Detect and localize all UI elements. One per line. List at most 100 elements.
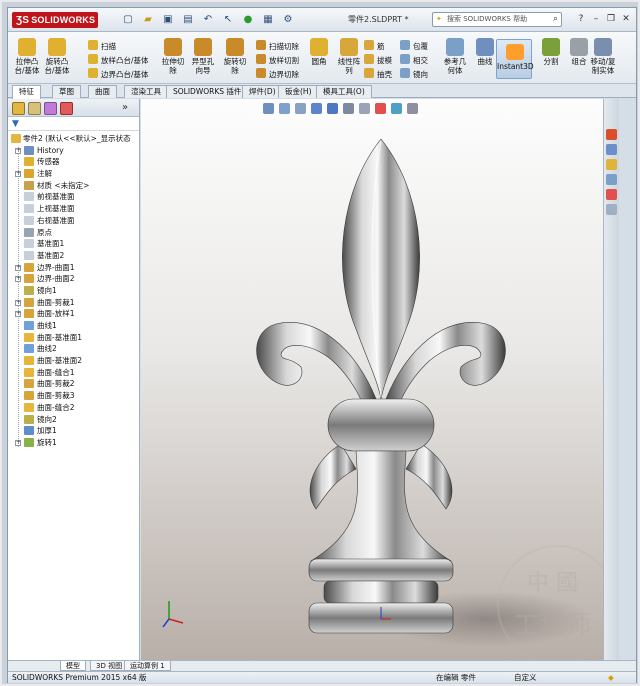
fillet-button[interactable]: 圆角 <box>304 38 334 66</box>
tree-item[interactable]: + 边界-曲面2 <box>8 273 139 285</box>
view-palette-icon[interactable] <box>606 174 617 185</box>
help-icon[interactable]: ? <box>575 12 587 26</box>
status-custom[interactable]: 自定义 <box>514 672 537 683</box>
lofted-cut-button[interactable]: 放样切割 <box>256 54 299 66</box>
tree-item[interactable]: 曲线2 <box>8 343 139 355</box>
tree-item[interactable]: 前视基准面 <box>8 191 139 203</box>
expand-panel-icon[interactable]: » <box>122 102 135 115</box>
restore-icon[interactable]: ❐ <box>605 12 617 26</box>
tab-7[interactable]: 模具工具(O) <box>316 85 372 98</box>
tree-item[interactable]: 曲面-基准面1 <box>8 332 139 344</box>
status-rebuild-icon[interactable]: ◆ <box>608 672 614 683</box>
file-properties-icon[interactable]: ▦ <box>260 12 276 27</box>
help-search-input[interactable]: ✦ 搜索 SOLIDWORKS 帮助 ⌕ <box>432 12 562 27</box>
expand-toggle-icon[interactable]: + <box>15 276 21 283</box>
instant3d-button[interactable]: Instant3D <box>496 39 534 79</box>
loft-boss-button[interactable]: 放样凸台/基体 <box>88 54 149 66</box>
model-tab-1[interactable]: 3D 视图 <box>90 661 129 671</box>
hole-wizard-button[interactable]: 异型孔 向导 <box>188 38 218 75</box>
feature-tree-tab-icon[interactable] <box>12 102 25 115</box>
undo-icon[interactable]: ↶ <box>200 12 216 27</box>
tree-item[interactable]: 曲线1 <box>8 320 139 332</box>
options-gear-icon[interactable]: ⚙ <box>280 12 296 27</box>
tree-item[interactable]: 镜向2 <box>8 414 139 426</box>
tab-4[interactable]: SOLIDWORKS 插件 <box>166 85 249 98</box>
tree-item[interactable]: 镜向1 <box>8 285 139 297</box>
expand-toggle-icon[interactable]: + <box>15 147 21 154</box>
mirror-button[interactable]: 镜向 <box>400 68 428 80</box>
model-tab-2[interactable]: 运动算例 1 <box>124 661 171 671</box>
extrude-boss-button[interactable]: 拉伸凸 台/基体 <box>12 38 42 75</box>
revolve-boss-button[interactable]: 旋转凸 台/基体 <box>42 38 72 75</box>
tree-item[interactable]: 加厚1 <box>8 425 139 437</box>
graphics-viewport[interactable]: 中 國 工程师 <box>141 99 619 660</box>
design-library-icon[interactable] <box>606 144 617 155</box>
reference-geometry-icon <box>446 38 464 56</box>
tab-2[interactable]: 曲面 <box>88 85 117 98</box>
move-copy-button[interactable]: 移动/复 制实体 <box>588 38 618 75</box>
tab-0[interactable]: 特征 <box>12 85 41 99</box>
solidworks-logo[interactable]: ƷS SOLIDWORKS <box>12 12 98 28</box>
tab-1[interactable]: 草图 <box>52 85 81 98</box>
rebuild-icon[interactable]: ● <box>240 12 256 27</box>
tree-item[interactable]: 上视基准面 <box>8 203 139 215</box>
tree-item[interactable]: 右视基准面 <box>8 215 139 227</box>
reference-geometry-button[interactable]: 参考几 何体 <box>440 38 470 75</box>
expand-toggle-icon[interactable]: + <box>15 299 21 306</box>
tree-item[interactable]: + 旋转1 <box>8 437 139 449</box>
tree-item[interactable]: 原点 <box>8 227 139 239</box>
tree-item[interactable]: 材质 <未指定> <box>8 180 139 192</box>
tree-item[interactable]: 曲面-缝合1 <box>8 367 139 379</box>
tree-item[interactable]: + 曲面-放样1 <box>8 308 139 320</box>
tree-item[interactable]: 曲面-基准面2 <box>8 355 139 367</box>
tab-5[interactable]: 焊件(D) <box>242 85 283 98</box>
expand-toggle-icon[interactable]: + <box>15 439 21 446</box>
tree-item[interactable]: + History <box>8 145 139 157</box>
shell-button[interactable]: 抽壳 <box>364 68 392 80</box>
select-arrow-icon[interactable]: ↖ <box>220 12 236 27</box>
swept-cut-button[interactable]: 扫描切除 <box>256 40 299 52</box>
tree-item[interactable]: + 边界-曲面1 <box>8 262 139 274</box>
model-tab-0[interactable]: 模型 <box>60 661 86 671</box>
tab-3[interactable]: 渲染工具 <box>124 85 168 98</box>
property-manager-tab-icon[interactable] <box>28 102 41 115</box>
file-explorer-icon[interactable] <box>606 159 617 170</box>
revolve-cut-button[interactable]: 旋转切 除 <box>220 38 250 75</box>
tree-item[interactable]: 传感器 <box>8 156 139 168</box>
custom-properties-icon[interactable] <box>606 204 617 215</box>
boundary-boss-button[interactable]: 边界凸台/基体 <box>88 68 149 80</box>
split-button[interactable]: 分割 <box>536 38 566 66</box>
minimize-icon[interactable]: – <box>590 12 602 26</box>
intersect-button[interactable]: 相交 <box>400 54 428 66</box>
close-icon[interactable]: ✕ <box>620 12 632 26</box>
tree-item[interactable]: + 注解 <box>8 168 139 180</box>
tab-6[interactable]: 钣金(H) <box>278 85 319 98</box>
wrap-button[interactable]: 包覆 <box>400 40 428 52</box>
feature-filter[interactable]: ▼ <box>8 117 139 131</box>
tree-item[interactable]: 曲面-剪裁3 <box>8 390 139 402</box>
linear-pattern-button[interactable]: 线性阵 列 <box>334 38 364 75</box>
expand-toggle-icon[interactable]: + <box>15 264 21 271</box>
solidworks-resources-icon[interactable] <box>606 129 617 140</box>
save-icon[interactable]: ▣ <box>160 12 176 27</box>
sweep-button[interactable]: 扫描 <box>88 40 116 52</box>
tree-item[interactable]: 曲面-剪裁2 <box>8 378 139 390</box>
tree-item[interactable]: + 曲面-剪裁1 <box>8 297 139 309</box>
tree-item[interactable]: 基准面1 <box>8 238 139 250</box>
tree-item[interactable]: 曲面-缝合2 <box>8 402 139 414</box>
draft-button[interactable]: 拔模 <box>364 54 392 66</box>
open-folder-icon[interactable]: ▰ <box>140 12 156 27</box>
print-icon[interactable]: ▤ <box>180 12 196 27</box>
tree-item[interactable]: 基准面2 <box>8 250 139 262</box>
expand-toggle-icon[interactable]: + <box>15 171 21 178</box>
tree-root-part[interactable]: 零件2 (默认<<默认>_显示状态 <box>8 133 139 145</box>
expand-toggle-icon[interactable]: + <box>15 311 21 318</box>
boundary-cut-button[interactable]: 边界切除 <box>256 68 299 80</box>
search-icon[interactable]: ⌕ <box>553 13 558 26</box>
configuration-tab-icon[interactable] <box>44 102 57 115</box>
display-manager-tab-icon[interactable] <box>60 102 73 115</box>
extrude-cut-button[interactable]: 拉伸切 除 <box>158 38 188 75</box>
new-document-icon[interactable]: ▢ <box>120 12 136 27</box>
appearances-icon[interactable] <box>606 189 617 200</box>
rib-button[interactable]: 筋 <box>364 40 385 52</box>
